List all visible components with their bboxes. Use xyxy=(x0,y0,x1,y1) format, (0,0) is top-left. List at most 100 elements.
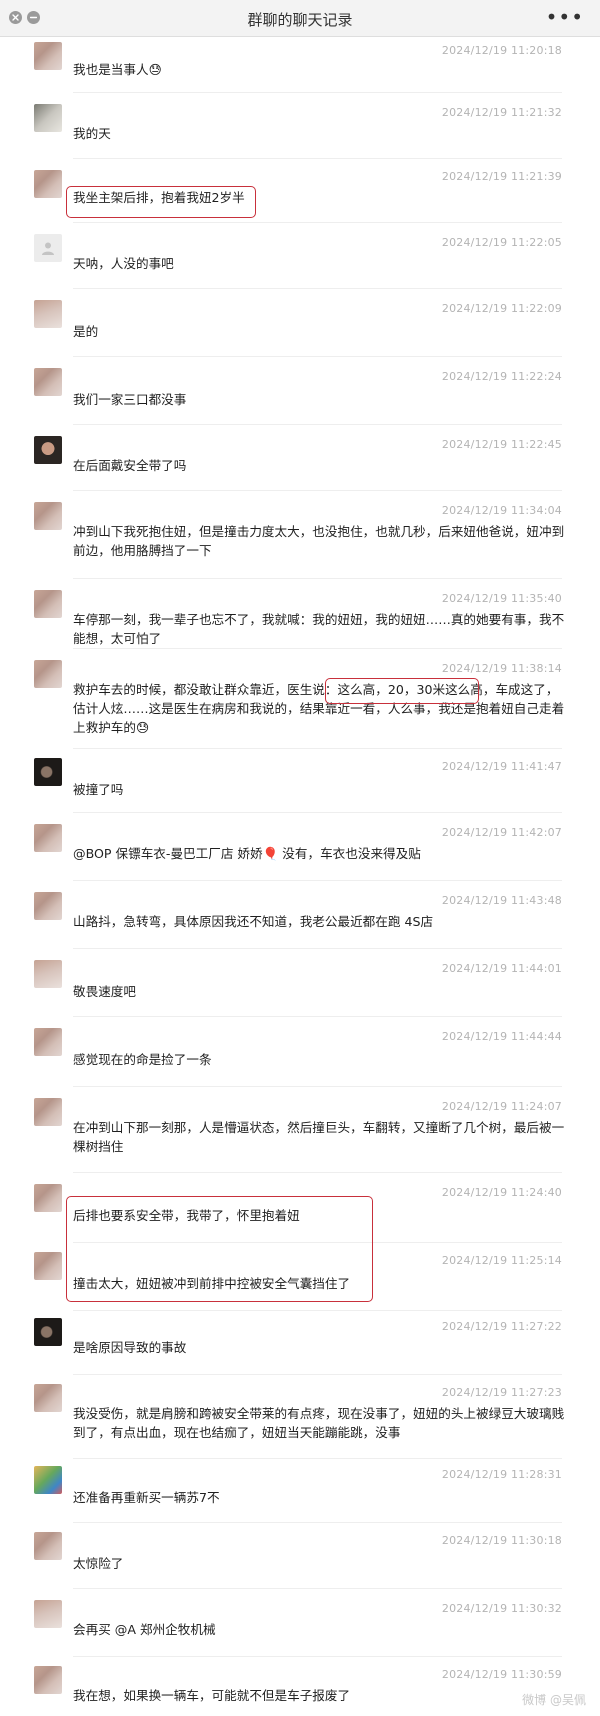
message-text: 车停那一刻，我一辈子也忘不了，我就喊：我的妞妞，我的妞妞……真的她要有事，我不能… xyxy=(73,612,565,646)
avatar[interactable] xyxy=(34,758,62,786)
message-time: 2024/12/19 11:35:40 xyxy=(441,592,562,605)
highlight-box xyxy=(325,678,479,704)
message-time: 2024/12/19 11:43:48 xyxy=(441,894,562,907)
avatar[interactable] xyxy=(34,1098,62,1126)
message-time: 2024/12/19 11:22:09 xyxy=(441,302,562,315)
avatar[interactable] xyxy=(34,42,62,70)
avatar[interactable] xyxy=(34,1028,62,1056)
message-time: 2024/12/19 11:24:07 xyxy=(441,1100,562,1113)
message-text: 敬畏速度吧 xyxy=(73,984,136,999)
message-text: 救护车去的时候，都没敢让群众靠近，医生说：这么高，20，30米这么高，车成这了，… xyxy=(73,682,565,735)
message-time: 2024/12/19 11:20:18 xyxy=(441,44,562,57)
message-text: 冲到山下我死抱住妞，但是撞击力度太大，也没抱住，也就几秒，后来妞他爸说，妞冲到前… xyxy=(73,524,565,558)
avatar[interactable] xyxy=(34,1532,62,1560)
divider xyxy=(73,356,562,357)
message-text: 会再买 @A 郑州企牧机械 xyxy=(73,1622,216,1637)
avatar[interactable] xyxy=(34,660,62,688)
message-text: 被撞了吗 xyxy=(73,782,124,797)
chat-record-window: 群聊的聊天记录 ••• 2024/12/19 11:20:18 我也是当事人😓 … xyxy=(0,0,600,1716)
message-text: 还准备再重新买一辆苏7不 xyxy=(73,1490,220,1505)
message-text: 是的 xyxy=(73,324,99,339)
message-text: 在冲到山下那一刻那，人是懵逼状态，然后撞巨头，车翻转，又撞断了几个树，最后被一棵… xyxy=(73,1120,565,1154)
divider xyxy=(73,490,562,491)
avatar[interactable] xyxy=(34,502,62,530)
avatar[interactable] xyxy=(34,436,62,464)
highlight-box xyxy=(66,186,256,218)
message-text: @BOP 保镖车衣-曼巴工厂店 娇娇🎈 没有，车衣也没来得及贴 xyxy=(73,846,421,861)
message-text: 我没受伤，就是肩膀和跨被安全带莱的有点疼，现在没事了，妞妞的头上被绿豆大玻璃贱到… xyxy=(73,1406,565,1440)
message-time: 2024/12/19 11:22:24 xyxy=(441,370,562,383)
message-time: 2024/12/19 11:42:07 xyxy=(441,826,562,839)
avatar[interactable] xyxy=(34,170,62,198)
divider xyxy=(73,424,562,425)
message-time: 2024/12/19 11:38:14 xyxy=(441,662,562,675)
message-time: 2024/12/19 11:41:47 xyxy=(441,760,562,773)
highlight-box xyxy=(66,1196,373,1302)
divider xyxy=(73,648,562,649)
message-time: 2024/12/19 11:22:45 xyxy=(441,438,562,451)
avatar[interactable] xyxy=(34,1666,62,1694)
message-time: 2024/12/19 11:30:18 xyxy=(441,1534,562,1547)
more-dots-icon[interactable]: ••• xyxy=(546,5,584,29)
divider xyxy=(73,1172,562,1173)
message-time: 2024/12/19 11:34:04 xyxy=(441,504,562,517)
divider xyxy=(73,1588,562,1589)
divider xyxy=(73,880,562,881)
avatar[interactable] xyxy=(34,368,62,396)
default-user-icon xyxy=(42,242,54,255)
divider xyxy=(73,92,562,93)
message-time: 2024/12/19 11:21:32 xyxy=(441,106,562,119)
divider xyxy=(73,1458,562,1459)
avatar[interactable] xyxy=(34,590,62,618)
divider xyxy=(73,1016,562,1017)
message-time: 2024/12/19 11:28:31 xyxy=(441,1468,562,1481)
divider xyxy=(73,1522,562,1523)
avatar[interactable] xyxy=(34,234,62,262)
avatar[interactable] xyxy=(34,300,62,328)
divider xyxy=(73,1374,562,1375)
avatar[interactable] xyxy=(34,1600,62,1628)
watermark: 微博 @吴佩 xyxy=(522,1693,586,1707)
avatar[interactable] xyxy=(34,1466,62,1494)
window-title: 群聊的聊天记录 xyxy=(247,11,353,29)
divider xyxy=(73,222,562,223)
message-time: 2024/12/19 11:21:39 xyxy=(441,170,562,183)
avatar[interactable] xyxy=(34,1384,62,1412)
avatar[interactable] xyxy=(34,960,62,988)
message-time: 2024/12/19 11:27:22 xyxy=(441,1320,562,1333)
avatar[interactable] xyxy=(34,1184,62,1212)
divider xyxy=(73,1310,562,1311)
message-time: 2024/12/19 11:22:05 xyxy=(441,236,562,249)
message-text: 我们一家三口都没事 xyxy=(73,392,187,407)
divider xyxy=(73,578,562,579)
message-text: 是啥原因导致的事故 xyxy=(73,1340,187,1355)
message-time: 2024/12/19 11:24:40 xyxy=(441,1186,562,1199)
message-text: 太惊险了 xyxy=(73,1556,124,1571)
message-time: 2024/12/19 11:30:32 xyxy=(441,1602,562,1615)
avatar[interactable] xyxy=(34,892,62,920)
message-time: 2024/12/19 11:27:23 xyxy=(441,1386,562,1399)
message-text: 感觉现在的命是捡了一条 xyxy=(73,1052,212,1067)
message-text: 山路抖，急转弯，具体原因我还不知道，我老公最近都在跑 4S店 xyxy=(73,914,434,929)
divider xyxy=(73,1086,562,1087)
message-text: 我在想，如果换一辆车，可能就不但是车子报废了 xyxy=(73,1688,351,1703)
divider xyxy=(73,748,562,749)
avatar[interactable] xyxy=(34,104,62,132)
message-text: 天呐，人没的事吧 xyxy=(73,256,174,271)
divider xyxy=(73,158,562,159)
divider xyxy=(73,812,562,813)
divider xyxy=(73,288,562,289)
message-text: 在后面戴安全带了吗 xyxy=(73,458,187,473)
divider xyxy=(73,1656,562,1657)
message-text: 我也是当事人😓 xyxy=(73,62,162,77)
message-time: 2024/12/19 11:25:14 xyxy=(441,1254,562,1267)
title-bar: 群聊的聊天记录 ••• xyxy=(0,0,600,37)
message-text: 我的天 xyxy=(73,126,111,141)
avatar[interactable] xyxy=(34,1318,62,1346)
divider xyxy=(73,948,562,949)
message-time: 2024/12/19 11:44:01 xyxy=(441,962,562,975)
message-time: 2024/12/19 11:44:44 xyxy=(441,1030,562,1043)
avatar[interactable] xyxy=(34,1252,62,1280)
message-time: 2024/12/19 11:30:59 xyxy=(441,1668,562,1681)
avatar[interactable] xyxy=(34,824,62,852)
